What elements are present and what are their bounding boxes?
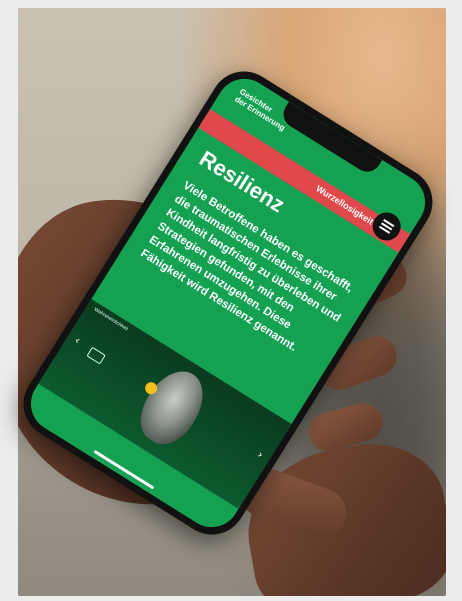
chevron-left-icon[interactable]: ‹ [72,334,83,347]
portrait-face [129,360,215,455]
app-title[interactable]: Gesichter der Erinnerung [233,87,291,133]
video-label: Wahrsheinlichkeit [92,306,130,333]
banner-label: Wurzellosigkeit [314,183,376,227]
closed-captions-icon[interactable] [86,346,106,365]
chevron-right-icon[interactable]: › [255,448,266,461]
